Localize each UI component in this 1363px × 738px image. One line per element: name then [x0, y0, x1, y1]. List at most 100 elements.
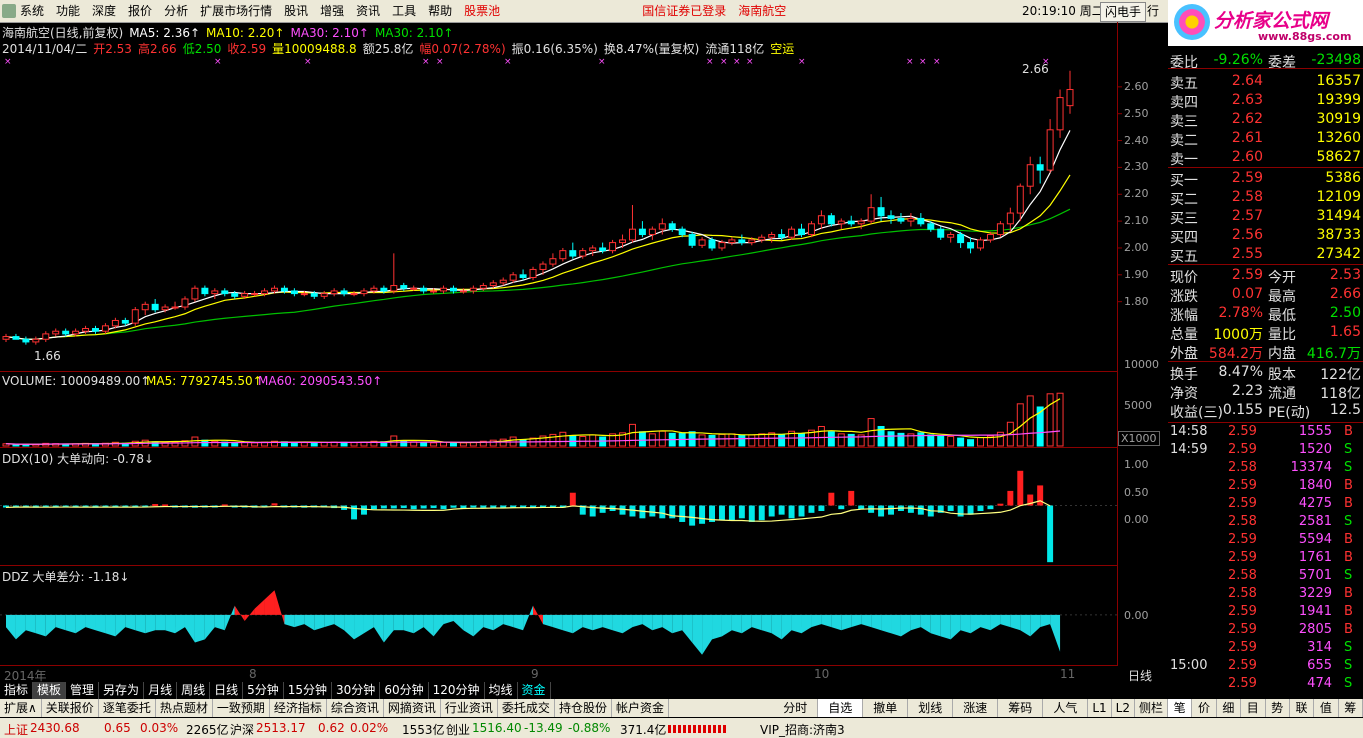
indicator-tab[interactable]: 60分钟	[380, 682, 429, 699]
sh-index-label: 上证	[4, 723, 29, 737]
view-tab[interactable]: L2	[1112, 699, 1135, 717]
candle	[400, 285, 408, 289]
stat-key: PE(动)	[1268, 405, 1311, 421]
ddx-bar	[420, 505, 427, 509]
stat-key: 净资	[1170, 386, 1198, 402]
indicator-tab[interactable]: 日线	[210, 682, 244, 699]
candle	[370, 287, 378, 292]
divider	[1168, 264, 1363, 265]
tick-volume: 655	[1307, 658, 1332, 673]
chart-canvas[interactable]: × × × × × × × × × × × × × × × ×	[0, 0, 1168, 682]
function-tab[interactable]: 经济指标	[270, 699, 327, 717]
function-tab[interactable]: 网摘资讯	[384, 699, 441, 717]
hs-index-pct: 0.02%	[350, 721, 389, 735]
side-tab[interactable]: 联	[1290, 699, 1315, 717]
tick-direction: B	[1344, 532, 1353, 547]
candle	[479, 285, 487, 289]
side-tab[interactable]: 笔	[1168, 699, 1193, 717]
view-tab[interactable]: 人气	[1043, 699, 1089, 717]
function-tab[interactable]: 关联报价	[42, 699, 99, 717]
function-tab[interactable]: 逐笔委托	[99, 699, 156, 717]
side-tab[interactable]: 筹	[1339, 699, 1363, 717]
candle	[1046, 129, 1054, 171]
bid-row: 买四 2.56 38733	[1168, 227, 1363, 246]
view-tab[interactable]: 自选	[818, 699, 864, 717]
ddx-bar	[1017, 470, 1024, 506]
view-tab[interactable]: L1	[1088, 699, 1112, 717]
ddz-area	[682, 614, 693, 643]
quote-panel: 委比 -9.26% 委差 -23498 卖五 2.64 16357 卖四 2.63 19399 卖三…	[1168, 46, 1363, 424]
ddz-area	[562, 614, 573, 634]
candle	[211, 290, 219, 295]
indicator-tab[interactable]: 5分钟	[243, 682, 284, 699]
candle	[131, 309, 139, 324]
function-tab[interactable]: 一致预期	[213, 699, 270, 717]
candle	[1036, 164, 1044, 171]
side-tab[interactable]: 目	[1241, 699, 1266, 717]
ask-price: 2.60	[1231, 149, 1263, 165]
indicator-tabs: 指标 模板 管理 另存为 月线 周线 日线 5分钟 15分钟 30分钟 60分钟 120分钟 均线 资金	[0, 682, 1168, 699]
volume-bar	[947, 436, 955, 447]
candle	[420, 287, 428, 292]
volume-bar	[867, 418, 875, 447]
tick-volume: 4275	[1298, 496, 1332, 511]
sh-index-value: 2430.68	[30, 721, 80, 735]
header-field: MA30: 2.10↑	[290, 26, 369, 40]
indicator-tab[interactable]: 模板	[33, 682, 67, 699]
side-tab[interactable]: 值	[1314, 699, 1339, 717]
stat-key: 最高	[1268, 289, 1296, 305]
sh-index-pct: 0.03%	[140, 721, 179, 735]
indicator-tab[interactable]: 月线	[144, 682, 178, 699]
indicator-tab[interactable]: 另存为	[99, 682, 145, 699]
candle	[121, 319, 129, 324]
indicator-tab[interactable]: 周线	[177, 682, 211, 699]
candle	[92, 328, 99, 332]
view-tab[interactable]: 分时	[773, 699, 819, 717]
side-tab[interactable]: 价	[1192, 699, 1217, 717]
volume-header: VOLUME: 10009489.00↑	[2, 374, 151, 388]
stat-value: 2.78%	[1218, 305, 1263, 321]
candle	[549, 258, 557, 265]
view-tab[interactable]: 筹码	[998, 699, 1044, 717]
function-tab[interactable]: 综合资讯	[327, 699, 384, 717]
stat-value: 2.53	[1329, 267, 1361, 283]
candle	[1026, 164, 1034, 187]
view-tab[interactable]: 撤单	[863, 699, 909, 717]
ddx-bar	[818, 505, 825, 511]
ask-level: 卖三	[1170, 114, 1198, 130]
signal-marker: ×	[933, 57, 941, 67]
cy-index-label: 创业	[446, 723, 471, 737]
ddx-bar	[360, 505, 367, 515]
view-tab[interactable]: 侧栏	[1135, 699, 1168, 717]
indicator-tab[interactable]: 管理	[66, 682, 100, 699]
function-tab[interactable]: 扩展∧	[0, 699, 42, 717]
header-field: 换8.47%(量复权)	[603, 42, 700, 56]
ddx-bar	[738, 505, 745, 519]
view-tab[interactable]: 涨速	[953, 699, 999, 717]
ddz-axis-label: 0.00	[1124, 609, 1149, 622]
function-tab[interactable]: 持仓股份	[555, 699, 612, 717]
function-tab[interactable]: 帐户资金	[612, 699, 669, 717]
indicator-tab[interactable]: 均线	[485, 682, 518, 699]
indicator-tab[interactable]: 30分钟	[332, 682, 381, 699]
candle	[2, 336, 10, 340]
view-tab[interactable]: 划线	[908, 699, 954, 717]
function-tab[interactable]: 热点题材	[156, 699, 213, 717]
indicator-tab[interactable]: 指标	[0, 682, 34, 699]
side-tab[interactable]: 势	[1266, 699, 1290, 717]
tick-row: 2.58 13374 S	[1168, 460, 1363, 478]
function-tab[interactable]: 委托成交	[498, 699, 555, 717]
side-tab[interactable]: 细	[1217, 699, 1242, 717]
ddz-area	[930, 614, 941, 637]
candle	[877, 207, 885, 217]
volume-bar	[231, 442, 239, 447]
function-tab[interactable]: 行业资讯	[441, 699, 498, 717]
ddx-bar	[390, 505, 397, 509]
indicator-tab[interactable]: 120分钟	[429, 682, 485, 699]
ask-row: 卖二 2.61 13260	[1168, 130, 1363, 149]
ddz-area	[761, 614, 772, 634]
volume-bar	[837, 433, 845, 447]
tick-direction: B	[1344, 496, 1353, 511]
indicator-tab[interactable]: 15分钟	[284, 682, 333, 699]
indicator-tab[interactable]: 资金	[518, 682, 551, 699]
